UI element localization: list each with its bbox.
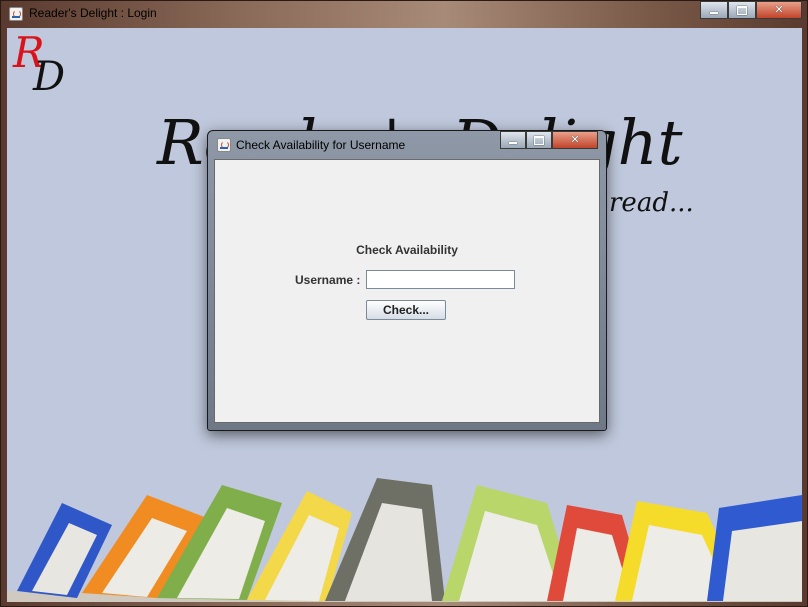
close-icon[interactable]: [756, 1, 802, 19]
dialog-body: Check Availability Username : Check...: [214, 159, 600, 423]
java-icon: [9, 7, 23, 21]
book-blue-right: [707, 495, 802, 601]
username-input[interactable]: [366, 270, 515, 289]
maximize-icon[interactable]: [526, 131, 552, 149]
check-availability-dialog: Check Availability for Username Check Av…: [207, 130, 607, 431]
rd-logo: R D: [11, 28, 71, 100]
main-titlebar[interactable]: Reader's Delight : Login: [1, 1, 807, 27]
logo-d: D: [33, 54, 66, 100]
username-label: Username :: [295, 273, 361, 287]
close-icon[interactable]: [552, 131, 598, 149]
minimize-icon[interactable]: [500, 131, 526, 149]
tagline: read...: [609, 188, 694, 218]
main-window-controls: [700, 1, 802, 19]
java-icon: [217, 138, 231, 152]
dialog-controls: [500, 131, 598, 149]
dialog-title: Check Availability for Username: [236, 138, 406, 152]
minimize-icon[interactable]: [700, 1, 728, 19]
check-button[interactable]: Check...: [366, 300, 446, 320]
maximize-icon[interactable]: [728, 1, 756, 19]
main-window-title: Reader's Delight : Login: [29, 6, 157, 20]
books-illustration: [7, 478, 802, 602]
check-availability-heading: Check Availability: [356, 243, 458, 257]
